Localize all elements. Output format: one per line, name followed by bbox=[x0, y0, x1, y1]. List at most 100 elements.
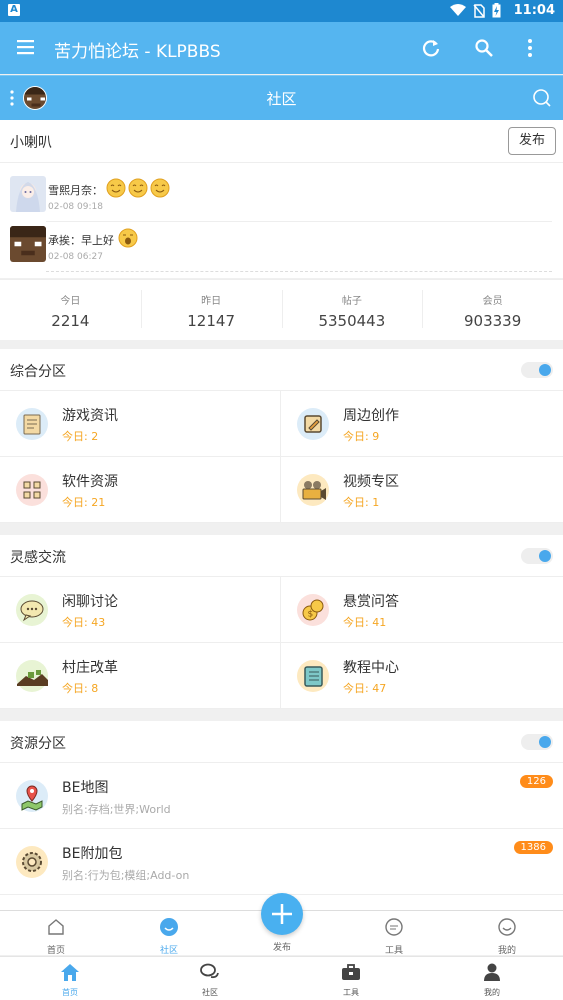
divider bbox=[46, 271, 552, 272]
stat-label: 今日 bbox=[60, 296, 81, 307]
app-nav-mine[interactable]: 我的 bbox=[462, 962, 522, 998]
post-text: 雪熙月奈： bbox=[48, 184, 103, 197]
menu-icon[interactable] bbox=[16, 38, 36, 56]
gear-icon bbox=[16, 846, 48, 878]
forum-name: 软件资源 bbox=[62, 474, 118, 490]
section-header[interactable]: 灵感交流 bbox=[0, 535, 563, 577]
forum-name: BE地图 bbox=[62, 780, 109, 796]
smile-emoji-icon bbox=[128, 178, 148, 198]
section-toggle[interactable] bbox=[521, 734, 553, 750]
forum-item-village-reform[interactable]: 村庄改革 今日: 8 bbox=[0, 643, 281, 709]
stat-label: 帖子 bbox=[341, 296, 362, 307]
forum-name: 悬赏问答 bbox=[343, 594, 399, 610]
horn-section: 小喇叭 发布 雪熙月奈： 02-08 09:18 承挨：早上好 02-08 06… bbox=[0, 120, 563, 278]
nav-community[interactable]: 社区 bbox=[139, 917, 199, 956]
status-icons bbox=[450, 3, 501, 18]
horn-publish-button[interactable]: 发布 bbox=[508, 127, 556, 155]
nav-label: 首页 bbox=[46, 946, 65, 956]
stat-today: 今日 2214 bbox=[0, 280, 141, 340]
forum-today-count: 今日: 43 bbox=[62, 616, 106, 629]
software-icon bbox=[16, 474, 48, 506]
nav-label: 工具 bbox=[343, 988, 359, 997]
coins-icon: $ bbox=[297, 594, 329, 626]
nav-mine[interactable]: 我的 bbox=[477, 917, 537, 956]
community-search-icon[interactable] bbox=[532, 88, 552, 108]
forum-item-fan-creation[interactable]: 周边创作 今日: 9 bbox=[281, 391, 563, 457]
forum-item-be-addon[interactable]: BE附加包 别名:行为包;模组;Add-on 1386 bbox=[0, 829, 563, 895]
forum-name: 教程中心 bbox=[343, 660, 399, 676]
section-general: 综合分区 游戏资讯 今日: 2 周边创作 今日: 9 软件资源 今日: 21 视… bbox=[0, 349, 563, 523]
smile-emoji-icon bbox=[106, 178, 126, 198]
forum-today-count: 今日: 21 bbox=[62, 496, 106, 509]
status-bar: A 11:04 bbox=[0, 0, 563, 22]
app-title: 苦力怕论坛 - KLPBBS bbox=[54, 42, 221, 62]
app-root: A 11:04 苦力怕论坛 - KLPBBS 社区 小喇叭 发布 雪熙月奈： 0… bbox=[0, 0, 563, 1000]
stat-value: 2214 bbox=[51, 312, 90, 330]
stat-value: 903339 bbox=[463, 312, 522, 330]
section-title: 综合分区 bbox=[10, 364, 66, 380]
forum-item-game-news[interactable]: 游戏资讯 今日: 2 bbox=[0, 391, 281, 457]
app-nav-tools[interactable]: 工具 bbox=[321, 962, 381, 998]
plus-icon bbox=[272, 904, 292, 924]
forum-item-bounty-qa[interactable]: $ 悬赏问答 今日: 41 bbox=[281, 577, 563, 643]
section-title: 灵感交流 bbox=[10, 550, 66, 566]
svg-text:$: $ bbox=[308, 610, 314, 620]
nav-tools[interactable]: 工具 bbox=[364, 917, 424, 956]
forum-item-tutorial[interactable]: 教程中心 今日: 47 bbox=[281, 643, 563, 709]
notification-a-icon: A bbox=[8, 4, 20, 16]
forum-name: 闲聊讨论 bbox=[62, 594, 118, 610]
more-vert-icon[interactable] bbox=[527, 38, 533, 58]
section-header[interactable]: 资源分区 bbox=[0, 721, 563, 763]
app-nav-community[interactable]: 社区 bbox=[180, 962, 240, 998]
wifi-icon bbox=[450, 4, 466, 16]
nav-label: 首页 bbox=[62, 988, 78, 997]
stat-yesterday: 昨日 12147 bbox=[140, 280, 282, 340]
search-icon[interactable] bbox=[474, 38, 494, 58]
map-pin-icon bbox=[16, 780, 48, 812]
forum-badge: 126 bbox=[519, 775, 553, 788]
forum-name: 周边创作 bbox=[343, 408, 399, 424]
toolbox-icon bbox=[342, 964, 360, 980]
post-time: 02-08 09:18 bbox=[48, 202, 103, 212]
app-nav-home[interactable]: 首页 bbox=[40, 962, 100, 998]
video-camera-icon bbox=[297, 474, 329, 506]
post-avatar bbox=[10, 226, 46, 262]
section-resources: 资源分区 BE地图 别名:存档;世界;World 126 BE附加包 别名:行为… bbox=[0, 721, 563, 911]
horn-post[interactable]: 雪熙月奈： 02-08 09:18 bbox=[10, 176, 550, 216]
refresh-icon[interactable] bbox=[421, 38, 441, 58]
status-time: 11:04 bbox=[513, 3, 555, 18]
forum-today-count: 今日: 1 bbox=[343, 496, 380, 509]
section-header[interactable]: 综合分区 bbox=[0, 349, 563, 391]
stat-value: 5350443 bbox=[318, 312, 386, 330]
forum-item-be-map[interactable]: BE地图 别名:存档;世界;World 126 bbox=[0, 763, 563, 829]
section-toggle[interactable] bbox=[521, 548, 553, 564]
home-icon bbox=[61, 964, 79, 981]
section-toggle[interactable] bbox=[521, 362, 553, 378]
forum-today-count: 今日: 47 bbox=[343, 682, 387, 695]
chat-bubbles-icon bbox=[200, 963, 219, 979]
post-text: 承挨：早上好 bbox=[48, 234, 114, 247]
nav-label: 社区 bbox=[159, 946, 178, 956]
divider bbox=[0, 162, 563, 163]
forum-item-video[interactable]: 视频专区 今日: 1 bbox=[281, 457, 563, 523]
forum-name: 视频专区 bbox=[343, 474, 399, 490]
horn-post[interactable]: 承挨：早上好 02-08 06:27 bbox=[10, 226, 550, 266]
forum-today-count: 今日: 9 bbox=[343, 430, 380, 443]
forum-name: BE附加包 bbox=[62, 846, 123, 862]
stat-members: 会员 903339 bbox=[422, 280, 563, 340]
section-inspiration: 灵感交流 闲聊讨论 今日: 43 $ 悬赏问答 今日: 41 村庄改革 今日: … bbox=[0, 535, 563, 709]
forum-stats: 今日 2214 昨日 12147 帖子 5350443 会员 903339 bbox=[0, 279, 563, 340]
section-title: 资源分区 bbox=[10, 736, 66, 752]
forum-item-chat[interactable]: 闲聊讨论 今日: 43 bbox=[0, 577, 281, 643]
forum-item-software[interactable]: 软件资源 今日: 21 bbox=[0, 457, 281, 523]
stat-label: 昨日 bbox=[201, 296, 222, 307]
publish-fab-button[interactable] bbox=[261, 893, 303, 935]
user-icon bbox=[484, 963, 500, 981]
stat-posts: 帖子 5350443 bbox=[281, 280, 423, 340]
battery-charging-icon bbox=[492, 3, 501, 18]
nav-label: 我的 bbox=[484, 988, 500, 997]
village-icon bbox=[16, 660, 48, 692]
forum-badge: 1386 bbox=[513, 841, 553, 854]
community-header: 社区 bbox=[0, 75, 563, 120]
nav-home[interactable]: 首页 bbox=[26, 917, 86, 956]
